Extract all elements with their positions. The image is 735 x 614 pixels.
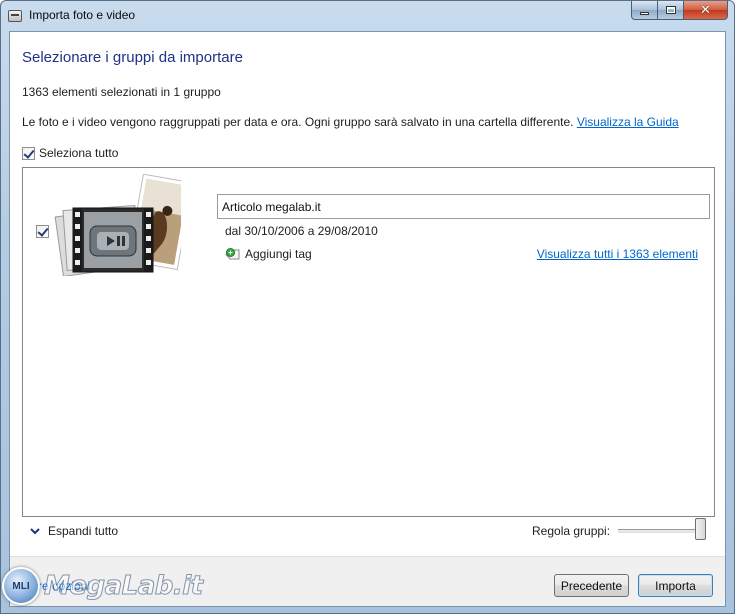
close-button[interactable]: ✕ — [684, 1, 728, 20]
page-title: Selezionare i gruppi da importare — [22, 49, 243, 66]
import-button[interactable]: Importa — [638, 574, 713, 597]
maximize-button[interactable] — [658, 1, 684, 20]
expand-all-label: Espandi tutto — [48, 524, 119, 538]
add-tag-button[interactable]: Aggiungi tag — [225, 247, 312, 261]
dialog-footer: Altre opzioni Precedente Importa — [10, 556, 725, 606]
info-text: Le foto e i video vengono raggruppati pe… — [22, 115, 574, 129]
adjust-groups-slider[interactable] — [618, 529, 706, 533]
select-all-check-icon[interactable] — [22, 146, 35, 160]
group-date-range: dal 30/10/2006 a 29/08/2010 — [225, 224, 378, 238]
add-tag-icon — [225, 248, 240, 260]
minimize-icon — [640, 11, 649, 15]
groups-list[interactable]: Articolo megalab.it dal 30/10/2006 a 29/… — [22, 167, 715, 517]
select-all-label: Seleziona tutto — [39, 146, 119, 160]
window-title: Importa foto e video — [29, 8, 136, 22]
adjust-groups-slider-thumb[interactable] — [695, 518, 706, 540]
import-window: Importa foto e video ✕ Selezionare i gru… — [0, 0, 735, 614]
expand-all-button[interactable]: Espandi tutto — [30, 524, 118, 538]
adjust-groups-label: Regola gruppi: — [532, 524, 611, 538]
group-name-field[interactable]: Articolo megalab.it — [217, 194, 710, 219]
add-tag-label: Aggiungi tag — [245, 247, 312, 261]
view-all-link[interactable]: Visualizza tutti i 1363 elementi — [537, 247, 698, 261]
close-icon: ✕ — [700, 2, 711, 18]
maximize-icon — [665, 6, 676, 14]
previous-button[interactable]: Precedente — [554, 574, 629, 597]
more-options-link[interactable]: Altre opzioni — [24, 579, 90, 593]
minimize-button[interactable] — [631, 1, 658, 20]
dialog-content: Selezionare i gruppi da importare 1363 e… — [9, 31, 726, 607]
info-text-line: Le foto e i video vengono raggruppati pe… — [22, 115, 679, 129]
group-checkbox[interactable] — [36, 225, 49, 238]
select-all-checkbox[interactable]: Seleziona tutto — [22, 146, 118, 160]
group-thumbnail[interactable] — [53, 174, 181, 276]
selected-count: 1363 elementi selezionati in 1 gruppo — [22, 85, 221, 99]
caption-buttons: ✕ — [631, 1, 728, 21]
chevron-down-icon — [30, 528, 40, 535]
import-device-icon — [8, 10, 22, 22]
title-bar[interactable]: Importa foto e video ✕ — [1, 1, 734, 31]
help-link[interactable]: Visualizza la Guida — [577, 115, 679, 129]
